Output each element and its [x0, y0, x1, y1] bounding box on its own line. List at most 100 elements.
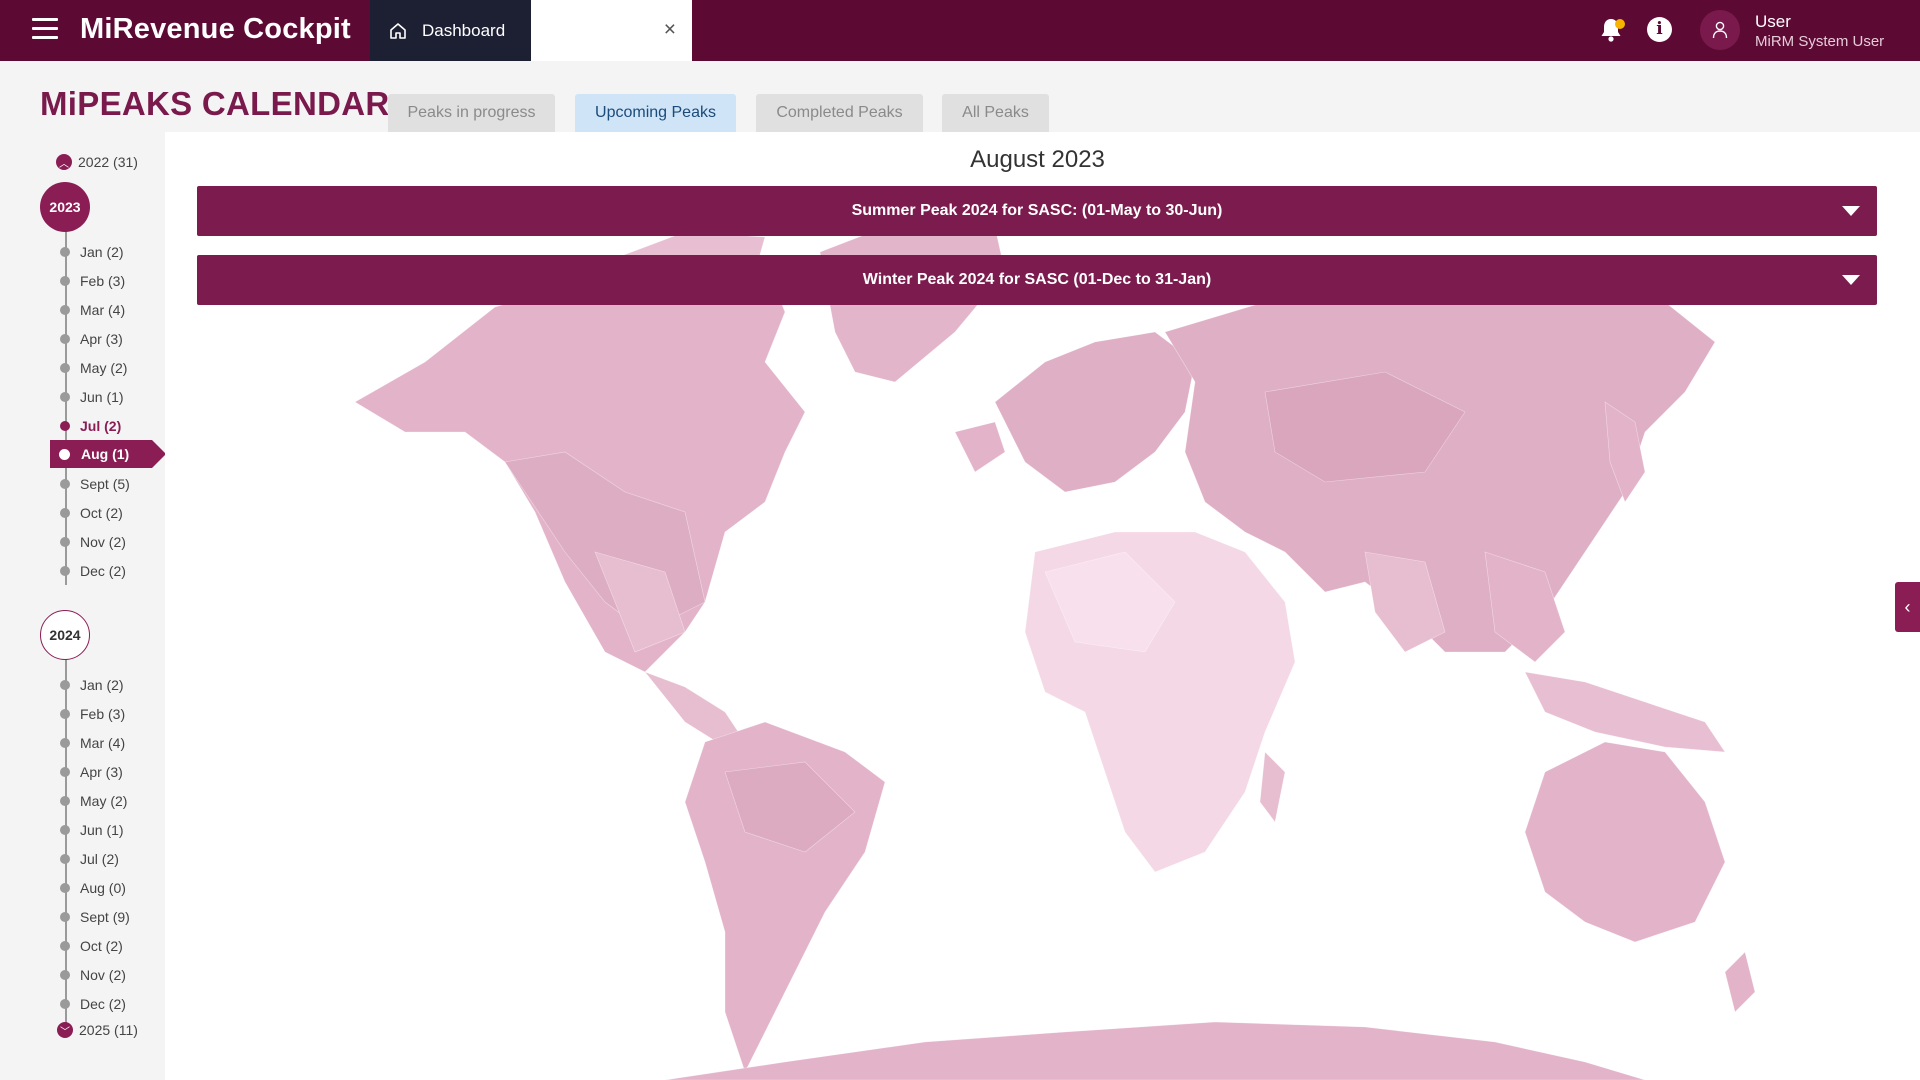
month-2023-aug-selected[interactable]: Aug (1)	[50, 440, 166, 468]
home-icon	[390, 22, 406, 39]
month-label: Jun (1)	[80, 389, 124, 405]
month-2024-jun[interactable]: Jun (1)	[60, 820, 124, 840]
caret-down-icon	[1842, 275, 1860, 285]
month-label: Aug (0)	[80, 880, 126, 896]
month-2023-mar[interactable]: Mar (4)	[60, 300, 125, 320]
month-2023-nov[interactable]: Nov (2)	[60, 532, 126, 552]
year-2023-button[interactable]: 2023	[40, 182, 90, 232]
month-2024-dec[interactable]: Dec (2)	[60, 994, 126, 1014]
month-2024-feb[interactable]: Feb (3)	[60, 704, 125, 724]
timeline-dot	[60, 305, 70, 315]
month-label: Feb (3)	[80, 273, 126, 289]
timeline-dot	[60, 334, 70, 344]
user-role: MiRM System User	[1755, 33, 1885, 50]
month-2024-jan[interactable]: Jan (2)	[60, 675, 124, 695]
month-label: Apr (3)	[80, 764, 123, 780]
year-2025-label: 2025 (11)	[79, 1022, 138, 1038]
page-title: MiPEAKS CALENDAR	[40, 85, 390, 122]
month-2023-apr[interactable]: Apr (3)	[60, 329, 123, 349]
month-label: Dec (2)	[80, 996, 126, 1012]
caret-down-icon	[1842, 206, 1860, 216]
chevron-left-icon: ‹	[1904, 596, 1911, 617]
month-label: Jun (1)	[80, 822, 124, 838]
timeline-dot	[60, 796, 70, 806]
timeline-dot	[60, 970, 70, 980]
peak-accordion-summer[interactable]: Summer Peak 2024 for SASC: (01-May to 30…	[197, 186, 1877, 236]
month-2024-mar[interactable]: Mar (4)	[60, 733, 125, 753]
month-label: May (2)	[80, 793, 128, 809]
month-2024-oct[interactable]: Oct (2)	[60, 936, 123, 956]
month-label: Nov (2)	[80, 967, 126, 983]
year-2025-toggle[interactable]: ﹀ 2025 (11)	[57, 1022, 138, 1038]
timeline-dot	[60, 566, 70, 576]
top-app-bar: MiRevenue Cockpit Dashboard × i User MiR…	[0, 0, 1920, 61]
year-2022-toggle[interactable]: ︿ 2022 (31)	[56, 154, 138, 170]
tab-peaks-in-progress[interactable]: Peaks in progress	[388, 94, 555, 132]
user-name[interactable]: User	[1755, 12, 1791, 32]
month-2024-nov[interactable]: Nov (2)	[60, 965, 126, 985]
timeline-dot	[60, 276, 70, 286]
timeline-dot	[60, 363, 70, 373]
tab-all-peaks[interactable]: All Peaks	[942, 94, 1049, 132]
year-2024-button[interactable]: 2024	[40, 610, 90, 660]
avatar[interactable]	[1700, 10, 1740, 50]
month-2024-jul[interactable]: Jul (2)	[60, 849, 119, 869]
timeline-dot	[60, 421, 70, 431]
close-icon[interactable]: ×	[664, 19, 676, 40]
month-label: Jul (2)	[80, 851, 119, 867]
timeline-dot	[60, 854, 70, 864]
month-2023-jan[interactable]: Jan (2)	[60, 242, 124, 262]
timeline-dot	[60, 479, 70, 489]
peak-title: Winter Peak 2024 for SASC (01-Dec to 31-…	[862, 271, 1212, 288]
month-2023-feb[interactable]: Feb (3)	[60, 271, 125, 291]
month-2023-jul[interactable]: Jul (2)	[60, 416, 121, 436]
current-month-title: August 2023	[970, 146, 1105, 173]
tab-blank[interactable]: ×	[531, 0, 692, 61]
month-2023-dec[interactable]: Dec (2)	[60, 561, 126, 581]
month-label: Aug (1)	[81, 446, 130, 462]
timeline-dot	[60, 738, 70, 748]
month-2024-aug[interactable]: Aug (0)	[60, 878, 126, 898]
timeline-sidebar: ︿ 2022 (31) 2023 Jan (2) Feb (3) Mar (4)…	[0, 132, 166, 1080]
timeline-dot	[60, 680, 70, 690]
month-2024-sept[interactable]: Sept (9)	[60, 907, 130, 927]
timeline-dot	[60, 537, 70, 547]
user-icon	[1712, 21, 1728, 39]
month-2024-may[interactable]: May (2)	[60, 791, 127, 811]
month-label: May (2)	[80, 360, 128, 376]
month-2023-may[interactable]: May (2)	[60, 358, 127, 378]
month-label: Oct (2)	[80, 505, 123, 521]
month-label: Oct (2)	[80, 938, 123, 954]
app-title: MiRevenue Cockpit	[80, 13, 351, 45]
month-label: Sept (9)	[80, 909, 130, 925]
timeline-dot	[60, 709, 70, 719]
peak-title: Summer Peak 2024 for SASC: (01-May to 30…	[851, 202, 1223, 219]
timeline-dot	[59, 448, 70, 460]
timeline-dot	[60, 912, 70, 922]
month-label: Jan (2)	[80, 244, 124, 260]
timeline-dot	[60, 247, 70, 257]
timeline-dot	[60, 392, 70, 402]
month-2023-oct[interactable]: Oct (2)	[60, 503, 123, 523]
info-icon[interactable]: i	[1647, 17, 1672, 42]
tab-upcoming-peaks[interactable]: Upcoming Peaks	[575, 94, 736, 132]
menu-icon[interactable]	[32, 18, 58, 42]
peak-accordion-winter[interactable]: Winter Peak 2024 for SASC (01-Dec to 31-…	[197, 255, 1877, 305]
month-label: Jul (2)	[80, 418, 122, 434]
month-label: Mar (4)	[80, 302, 126, 318]
year-2022-label: 2022 (31)	[78, 154, 138, 170]
timeline-dot	[60, 883, 70, 893]
timeline-dot	[60, 999, 70, 1009]
month-label: Feb (3)	[80, 706, 126, 722]
month-2023-sept[interactable]: Sept (5)	[60, 474, 130, 494]
month-label: Sept (5)	[80, 476, 130, 492]
month-2023-jun[interactable]: Jun (1)	[60, 387, 124, 407]
month-label: Dec (2)	[80, 563, 126, 579]
tab-dashboard-label: Dashboard	[422, 20, 506, 40]
month-label: Jan (2)	[80, 677, 124, 693]
timeline-dot	[60, 767, 70, 777]
month-2024-apr[interactable]: Apr (3)	[60, 762, 123, 782]
tab-dashboard[interactable]: Dashboard	[370, 0, 531, 61]
side-panel-toggle[interactable]: ‹	[1895, 582, 1920, 632]
tab-completed-peaks[interactable]: Completed Peaks	[756, 94, 923, 132]
